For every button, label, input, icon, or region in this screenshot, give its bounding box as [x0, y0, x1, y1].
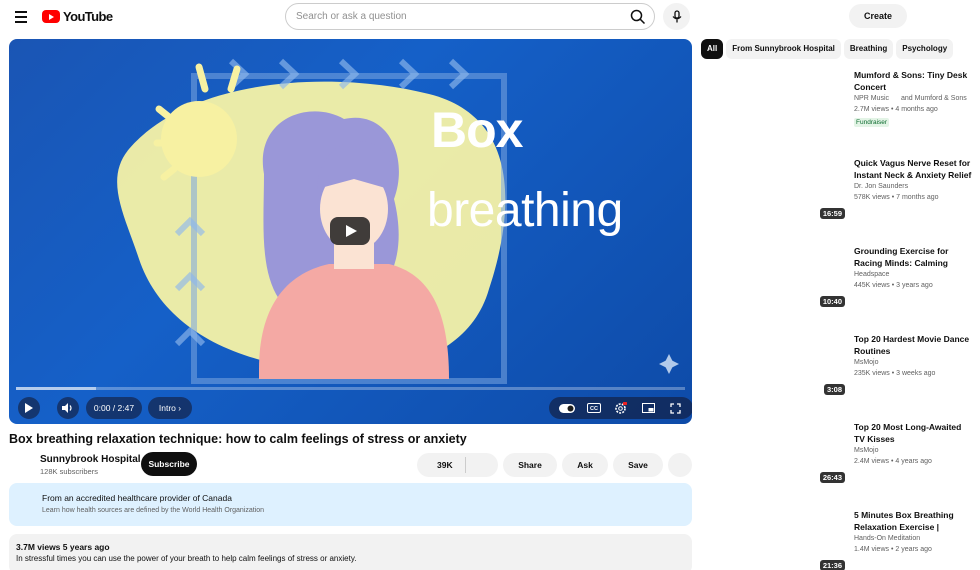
channel-name[interactable]: Sunnybrook Hospital	[40, 454, 141, 465]
recommendation-channel[interactable]: Headspace	[854, 271, 889, 278]
create-button[interactable]: Create	[849, 4, 907, 28]
video-player[interactable]: Box breathing 0:00 / 2:47 Intro › CC	[9, 39, 692, 424]
progress-loaded	[16, 387, 97, 390]
recommendation-item[interactable]: 3:08 Top 20 Hardest Movie Dance Routines…	[701, 333, 971, 413]
recommendation-channel[interactable]: Hands-On Meditation	[854, 535, 920, 542]
recommendation-thumbnail[interactable]: 26:43	[701, 402, 848, 485]
big-play-button[interactable]	[330, 217, 370, 245]
chip-psychology[interactable]: Psychology	[896, 39, 954, 59]
chapter-label: Intro	[158, 403, 176, 413]
duration-badge: 21:36	[819, 560, 845, 570]
chip-from-sunnybrook[interactable]: From Sunnybrook Hospital	[726, 39, 841, 59]
recommendation-meta: 445K views • 3 years ago	[854, 282, 933, 289]
autoplay-toggle[interactable]	[558, 400, 575, 416]
settings-icon[interactable]	[613, 400, 629, 416]
recommendation-item[interactable]: 16:59 Quick Vagus Nerve Reset for Instan…	[701, 157, 971, 237]
subscribe-button[interactable]: Subscribe	[141, 452, 197, 476]
duration-badge: 10:40	[819, 296, 845, 307]
recommendation-thumbnail[interactable]: 16:59	[701, 138, 848, 221]
recommendation-title[interactable]: Top 20 Most Long-Awaited TV Kisses	[854, 421, 972, 445]
volume-icon	[62, 403, 72, 413]
recommendation-meta: 2.4M views • 4 years ago	[854, 458, 932, 465]
recommendation-title[interactable]: Top 20 Hardest Movie Dance Routines	[854, 333, 972, 357]
description-text: In stressful times you can use the power…	[16, 554, 357, 563]
save-button[interactable]: Save	[613, 453, 663, 477]
recommendation-meta: 1.4M views • 2 years ago	[854, 546, 932, 553]
fullscreen-icon[interactable]	[667, 400, 683, 416]
more-actions-button[interactable]	[668, 453, 692, 477]
fundraiser-badge: Fundraiser	[854, 118, 890, 127]
recommendation-item[interactable]: 10:40 Grounding Exercise for Racing Mind…	[701, 245, 971, 325]
health-source-panel: From an accredited healthcare provider o…	[9, 483, 692, 526]
progress-bar[interactable]	[16, 387, 685, 390]
video-title: Box breathing relaxation technique: how …	[9, 432, 467, 446]
recommendation-channel[interactable]: Dr. Jon Saunders	[854, 183, 908, 190]
recommendation-meta: 578K views • 7 months ago	[854, 194, 939, 201]
menu-icon[interactable]	[12, 8, 32, 26]
recommendation-item[interactable]: 26:43 Top 20 Most Long-Awaited TV Kisses…	[701, 421, 971, 501]
chip-breathing[interactable]: Breathing	[843, 39, 894, 59]
recommendation-item[interactable]: 21:36 5 Minutes Box Breathing Relaxation…	[701, 509, 971, 570]
chapter-chevron-icon: ›	[178, 403, 182, 413]
subscriber-count: 128K subscribers	[40, 467, 98, 476]
recommendation-title[interactable]: Grounding Exercise for Racing Minds: Cal…	[854, 245, 972, 269]
recommendation-thumbnail[interactable]: 10:40	[701, 226, 848, 309]
recommendation-item[interactable]: Mumford & Sons: Tiny Desk Concert NPR Mu…	[701, 69, 971, 149]
play-button[interactable]	[18, 397, 40, 419]
ask-button[interactable]: Ask	[562, 453, 608, 477]
share-button[interactable]: Share	[503, 453, 557, 477]
like-count[interactable]: 39K	[437, 460, 453, 470]
search-box[interactable]	[285, 3, 655, 30]
recommendation-title[interactable]: Mumford & Sons: Tiny Desk Concert	[854, 69, 972, 93]
logo-text: YouTube	[63, 9, 113, 24]
recommendation-meta: 2.7M views • 4 months ago	[854, 106, 938, 113]
volume-button[interactable]	[57, 397, 79, 419]
filter-chips: All From Sunnybrook Hospital Breathing Psyc…	[701, 39, 966, 59]
svg-text:CC: CC	[590, 406, 598, 412]
thumbnail-title-line2: breathing	[427, 184, 623, 237]
recommendation-channel[interactable]: NPR Music	[854, 95, 889, 102]
like-dislike-group[interactable]: 39K	[417, 453, 498, 477]
voice-search-button[interactable]	[663, 3, 690, 30]
recommendation-title[interactable]: 5 Minutes Box Breathing Relaxation Exerc…	[854, 509, 972, 533]
recommendation-channel-extra: and Mumford & Sons	[901, 95, 967, 102]
chip-all[interactable]: All	[701, 39, 724, 59]
recommendation-channel[interactable]: MsMojo	[854, 447, 879, 454]
time-display: 0:00 / 2:47	[86, 397, 142, 419]
player-right-controls: CC	[549, 397, 692, 419]
recommendation-thumbnail[interactable]: 3:08	[701, 314, 848, 397]
duration-badge: 26:43	[819, 472, 845, 483]
health-source-title: From an accredited healthcare provider o…	[42, 493, 232, 503]
chapter-button[interactable]: Intro ›	[148, 397, 192, 419]
thumbnail-title-line1: Box	[431, 102, 523, 158]
miniplayer-icon[interactable]	[640, 400, 656, 416]
play-icon	[25, 403, 33, 413]
youtube-logo[interactable]: YouTube	[42, 9, 113, 24]
like-divider	[465, 457, 466, 473]
recommendation-thumbnail[interactable]: 21:36	[701, 490, 848, 570]
recommendation-meta: 235K views • 3 weeks ago	[854, 370, 936, 377]
duration-badge: 3:08	[823, 384, 845, 395]
view-count-date: 3.7M views 5 years ago	[16, 542, 110, 552]
health-source-link[interactable]: Learn how health sources are defined by …	[42, 507, 264, 514]
search-icon[interactable]	[630, 9, 646, 25]
youtube-play-logo-icon	[42, 10, 60, 23]
recommendation-title[interactable]: Quick Vagus Nerve Reset for Instant Neck…	[854, 157, 972, 181]
duration-badge: 16:59	[819, 208, 845, 219]
recommendation-channel[interactable]: MsMojo	[854, 359, 879, 366]
search-input[interactable]	[296, 11, 616, 22]
captions-icon[interactable]: CC	[586, 400, 602, 416]
description-panel[interactable]: 3.7M views 5 years ago In stressful time…	[9, 534, 692, 570]
mic-icon	[672, 9, 681, 22]
